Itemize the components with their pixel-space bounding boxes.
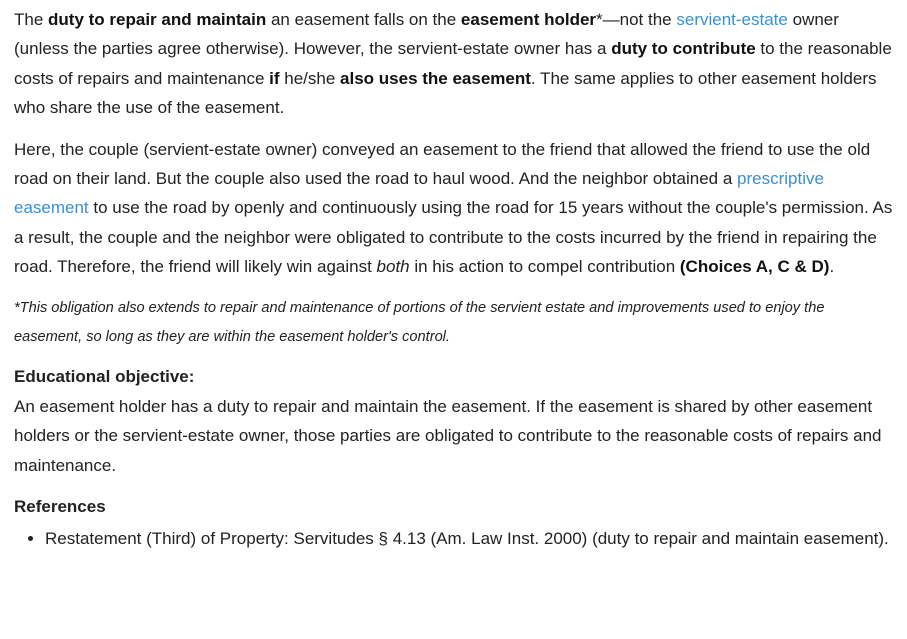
bold-also-uses: also uses the easement	[340, 68, 531, 88]
explanation-content: The duty to repair and maintain an easem…	[0, 0, 907, 553]
bold-duty-to-repair: duty to repair and maintain	[48, 10, 267, 29]
references-list: Restatement (Third) of Property: Servitu…	[14, 524, 893, 553]
bold-answer-choices: (Choices A, C & D)	[679, 257, 830, 277]
paragraph-application: Here, the couple (servient-estate owner)…	[14, 139, 893, 277]
bold-easement-holder: easement holder	[460, 10, 597, 29]
bold-duty-to-contribute: duty to contribute	[611, 39, 756, 59]
reference-item: Restatement (Third) of Property: Servitu…	[45, 524, 893, 553]
objective-text: An easement holder has a duty to repair …	[14, 396, 882, 475]
bold-if: if	[269, 68, 280, 88]
paragraph-rule: The duty to repair and maintain an easem…	[14, 10, 892, 118]
footnote: *This obligation also extends to repair …	[14, 299, 825, 346]
italic-both: both	[376, 257, 410, 277]
servient-estate-link[interactable]: servient-estate	[676, 10, 788, 29]
references-heading: References	[14, 497, 106, 517]
objective-heading: Educational objective:	[14, 367, 195, 387]
